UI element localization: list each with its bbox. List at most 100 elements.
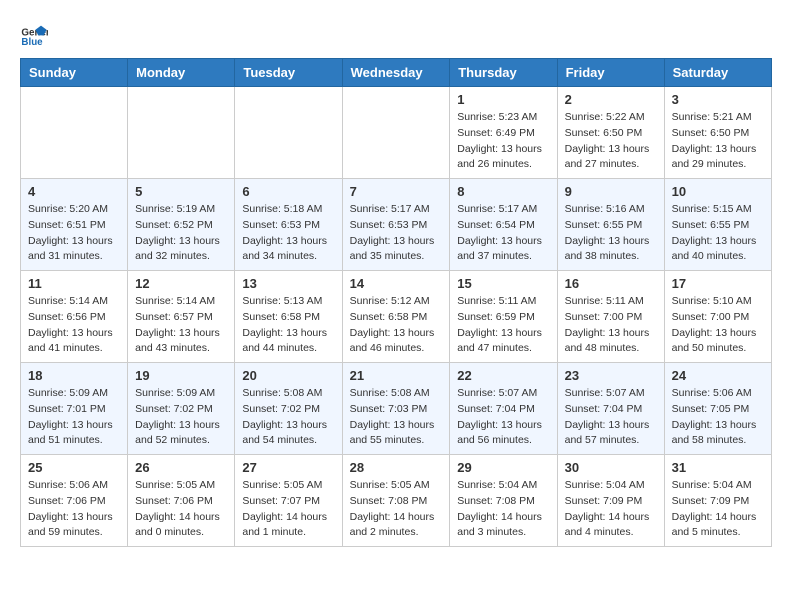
- day-number: 18: [28, 368, 120, 383]
- day-number: 29: [457, 460, 549, 475]
- calendar-cell: 25Sunrise: 5:06 AM Sunset: 7:06 PM Dayli…: [21, 455, 128, 547]
- calendar-cell: 23 Sunrise: 5:07 AM Sunset: 7:04 PM Dayli…: [557, 363, 664, 455]
- logo-icon: General Blue: [20, 20, 48, 48]
- calendar-cell: 16 Sunrise: 5:11 AM Sunset: 7:00 PM Dayli…: [557, 271, 664, 363]
- weekday-header-saturday: Saturday: [664, 59, 771, 87]
- day-number: 10: [672, 184, 764, 199]
- calendar-cell: 6 Sunrise: 5:18 AM Sunset: 6:53 PM Daylig…: [235, 179, 342, 271]
- day-info: Sunrise: 5:11 AM Sunset: 6:59 PM Dayligh…: [457, 294, 549, 357]
- day-info: Sunrise: 5:09 AM Sunset: 7:02 PM Dayligh…: [135, 386, 227, 449]
- day-info: Sunrise: 5:11 AM Sunset: 7:00 PM Dayligh…: [565, 294, 657, 357]
- day-number: 28: [350, 460, 443, 475]
- calendar-cell: 21 Sunrise: 5:08 AM Sunset: 7:03 PM Dayli…: [342, 363, 450, 455]
- day-number: 19: [135, 368, 227, 383]
- calendar-cell: 15Sunrise: 5:11 AM Sunset: 6:59 PM Dayli…: [450, 271, 557, 363]
- day-number: 2: [565, 92, 657, 107]
- calendar-week-1: 1 Sunrise: 5:23 AM Sunset: 6:49 PM Daylig…: [21, 87, 772, 179]
- day-info: Sunrise: 5:08 AM Sunset: 7:03 PM Dayligh…: [350, 386, 443, 449]
- weekday-header-wednesday: Wednesday: [342, 59, 450, 87]
- day-number: 23: [565, 368, 657, 383]
- calendar-week-3: 11Sunrise: 5:14 AM Sunset: 6:56 PM Dayli…: [21, 271, 772, 363]
- calendar-cell: 7 Sunrise: 5:17 AM Sunset: 6:53 PM Daylig…: [342, 179, 450, 271]
- calendar-cell: 28 Sunrise: 5:05 AM Sunset: 7:08 PM Dayli…: [342, 455, 450, 547]
- weekday-header-friday: Friday: [557, 59, 664, 87]
- calendar-cell: 8 Sunrise: 5:17 AM Sunset: 6:54 PM Daylig…: [450, 179, 557, 271]
- calendar-cell: [21, 87, 128, 179]
- calendar-cell: 1 Sunrise: 5:23 AM Sunset: 6:49 PM Daylig…: [450, 87, 557, 179]
- day-info: Sunrise: 5:21 AM Sunset: 6:50 PM Dayligh…: [672, 110, 764, 173]
- calendar-cell: 10Sunrise: 5:15 AM Sunset: 6:55 PM Dayli…: [664, 179, 771, 271]
- calendar-cell: 24Sunrise: 5:06 AM Sunset: 7:05 PM Dayli…: [664, 363, 771, 455]
- calendar-cell: 26 Sunrise: 5:05 AM Sunset: 7:06 PM Dayli…: [128, 455, 235, 547]
- day-number: 21: [350, 368, 443, 383]
- day-number: 17: [672, 276, 764, 291]
- calendar-week-5: 25Sunrise: 5:06 AM Sunset: 7:06 PM Dayli…: [21, 455, 772, 547]
- day-number: 9: [565, 184, 657, 199]
- day-number: 14: [350, 276, 443, 291]
- calendar-cell: 9 Sunrise: 5:16 AM Sunset: 6:55 PM Daylig…: [557, 179, 664, 271]
- calendar-cell: 19 Sunrise: 5:09 AM Sunset: 7:02 PM Dayli…: [128, 363, 235, 455]
- calendar-cell: 30 Sunrise: 5:04 AM Sunset: 7:09 PM Dayli…: [557, 455, 664, 547]
- day-number: 20: [242, 368, 334, 383]
- day-number: 11: [28, 276, 120, 291]
- day-number: 5: [135, 184, 227, 199]
- day-info: Sunrise: 5:17 AM Sunset: 6:53 PM Dayligh…: [350, 202, 443, 265]
- calendar-cell: 29 Sunrise: 5:04 AM Sunset: 7:08 PM Dayli…: [450, 455, 557, 547]
- day-number: 1: [457, 92, 549, 107]
- day-number: 6: [242, 184, 334, 199]
- weekday-header-monday: Monday: [128, 59, 235, 87]
- calendar-cell: 5 Sunrise: 5:19 AM Sunset: 6:52 PM Daylig…: [128, 179, 235, 271]
- day-number: 8: [457, 184, 549, 199]
- day-number: 27: [242, 460, 334, 475]
- calendar-cell: [235, 87, 342, 179]
- day-number: 26: [135, 460, 227, 475]
- day-number: 25: [28, 460, 120, 475]
- day-info: Sunrise: 5:23 AM Sunset: 6:49 PM Dayligh…: [457, 110, 549, 173]
- svg-text:Blue: Blue: [21, 37, 43, 48]
- day-number: 12: [135, 276, 227, 291]
- day-info: Sunrise: 5:16 AM Sunset: 6:55 PM Dayligh…: [565, 202, 657, 265]
- day-number: 30: [565, 460, 657, 475]
- calendar-cell: 11Sunrise: 5:14 AM Sunset: 6:56 PM Dayli…: [21, 271, 128, 363]
- day-info: Sunrise: 5:05 AM Sunset: 7:08 PM Dayligh…: [350, 478, 443, 541]
- day-number: 31: [672, 460, 764, 475]
- weekday-header-sunday: Sunday: [21, 59, 128, 87]
- logo: General Blue: [20, 20, 52, 48]
- calendar-cell: 3 Sunrise: 5:21 AM Sunset: 6:50 PM Daylig…: [664, 87, 771, 179]
- day-info: Sunrise: 5:04 AM Sunset: 7:09 PM Dayligh…: [565, 478, 657, 541]
- weekday-header-thursday: Thursday: [450, 59, 557, 87]
- calendar-cell: [342, 87, 450, 179]
- day-info: Sunrise: 5:05 AM Sunset: 7:06 PM Dayligh…: [135, 478, 227, 541]
- day-info: Sunrise: 5:10 AM Sunset: 7:00 PM Dayligh…: [672, 294, 764, 357]
- day-info: Sunrise: 5:22 AM Sunset: 6:50 PM Dayligh…: [565, 110, 657, 173]
- day-info: Sunrise: 5:12 AM Sunset: 6:58 PM Dayligh…: [350, 294, 443, 357]
- day-info: Sunrise: 5:18 AM Sunset: 6:53 PM Dayligh…: [242, 202, 334, 265]
- day-info: Sunrise: 5:07 AM Sunset: 7:04 PM Dayligh…: [565, 386, 657, 449]
- day-info: Sunrise: 5:05 AM Sunset: 7:07 PM Dayligh…: [242, 478, 334, 541]
- day-number: 22: [457, 368, 549, 383]
- day-number: 3: [672, 92, 764, 107]
- calendar-cell: [128, 87, 235, 179]
- day-number: 7: [350, 184, 443, 199]
- day-info: Sunrise: 5:14 AM Sunset: 6:57 PM Dayligh…: [135, 294, 227, 357]
- calendar-cell: 20Sunrise: 5:08 AM Sunset: 7:02 PM Dayli…: [235, 363, 342, 455]
- day-number: 4: [28, 184, 120, 199]
- day-info: Sunrise: 5:07 AM Sunset: 7:04 PM Dayligh…: [457, 386, 549, 449]
- day-number: 16: [565, 276, 657, 291]
- calendar-cell: 12 Sunrise: 5:14 AM Sunset: 6:57 PM Dayli…: [128, 271, 235, 363]
- day-info: Sunrise: 5:04 AM Sunset: 7:09 PM Dayligh…: [672, 478, 764, 541]
- day-info: Sunrise: 5:19 AM Sunset: 6:52 PM Dayligh…: [135, 202, 227, 265]
- calendar-cell: 27 Sunrise: 5:05 AM Sunset: 7:07 PM Dayli…: [235, 455, 342, 547]
- calendar-table: SundayMondayTuesdayWednesdayThursdayFrid…: [20, 58, 772, 547]
- calendar-week-4: 18Sunrise: 5:09 AM Sunset: 7:01 PM Dayli…: [21, 363, 772, 455]
- calendar-week-2: 4 Sunrise: 5:20 AM Sunset: 6:51 PM Daylig…: [21, 179, 772, 271]
- day-number: 24: [672, 368, 764, 383]
- day-info: Sunrise: 5:20 AM Sunset: 6:51 PM Dayligh…: [28, 202, 120, 265]
- calendar-cell: 18Sunrise: 5:09 AM Sunset: 7:01 PM Dayli…: [21, 363, 128, 455]
- day-info: Sunrise: 5:04 AM Sunset: 7:08 PM Dayligh…: [457, 478, 549, 541]
- day-info: Sunrise: 5:13 AM Sunset: 6:58 PM Dayligh…: [242, 294, 334, 357]
- day-info: Sunrise: 5:17 AM Sunset: 6:54 PM Dayligh…: [457, 202, 549, 265]
- calendar-cell: 22 Sunrise: 5:07 AM Sunset: 7:04 PM Dayli…: [450, 363, 557, 455]
- page-header: General Blue: [20, 20, 772, 48]
- calendar-cell: 4 Sunrise: 5:20 AM Sunset: 6:51 PM Daylig…: [21, 179, 128, 271]
